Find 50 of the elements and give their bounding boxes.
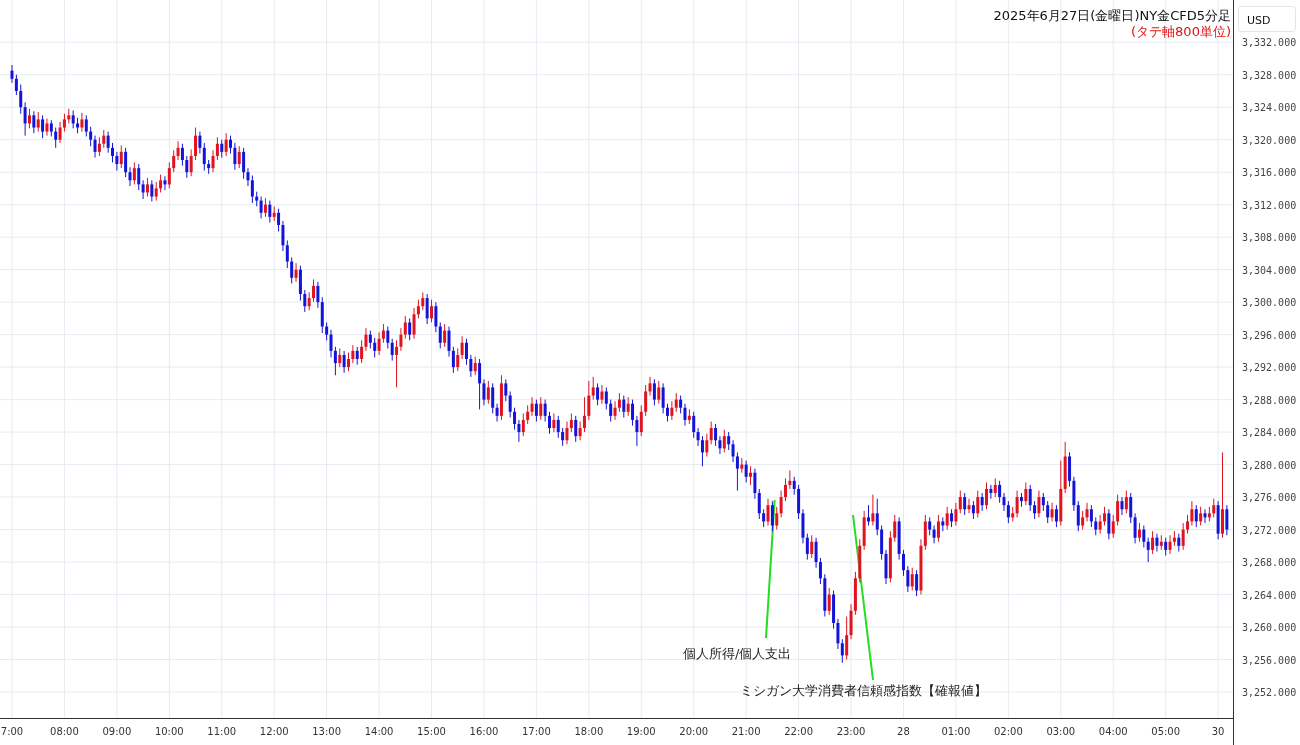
axis-label: 3,316.000: [1242, 167, 1297, 179]
axis-label: 10:00: [154, 726, 184, 737]
axis-label: 3,328.000: [1242, 69, 1297, 81]
chart-subtitle: (タテ軸800単位): [1131, 24, 1231, 39]
axis-label: 3,304.000: [1242, 264, 1297, 276]
axis-label: 3,276.000: [1242, 492, 1297, 504]
axis-label: 3,284.000: [1242, 427, 1297, 439]
axis-label: 30: [1211, 726, 1225, 737]
currency-button[interactable]: USD: [1238, 6, 1296, 32]
axis-label: 3,272.000: [1242, 524, 1297, 536]
axis-label: 20:00: [679, 726, 709, 737]
axis-label: 3,288.000: [1242, 394, 1297, 406]
axis-label: 3,264.000: [1242, 589, 1297, 601]
axis-label: 3,312.000: [1242, 199, 1297, 211]
axis-label: 3,320.000: [1242, 134, 1297, 146]
axis-label: 18:00: [574, 726, 604, 737]
axis-label: 7:00: [0, 726, 24, 737]
axis-label: 3,268.000: [1242, 557, 1297, 569]
axis-label: 03:00: [1046, 726, 1076, 737]
annotation-label: ミシガン大学消費者信頼感指数【確報値】: [740, 683, 987, 698]
axis-label: 3,308.000: [1242, 232, 1297, 244]
axis-label: 16:00: [469, 726, 499, 737]
axis-label: 3,292.000: [1242, 362, 1297, 374]
axis-label: 3,332.000: [1242, 37, 1297, 49]
annotation-label: 個人所得/個人支出: [683, 646, 792, 661]
axis-label: 04:00: [1098, 726, 1128, 737]
axis-label: 01:00: [941, 726, 971, 737]
axis-label: 21:00: [731, 726, 761, 737]
axis-label: 23:00: [836, 726, 866, 737]
axis-label: 3,252.000: [1242, 687, 1297, 698]
axis-label: 15:00: [417, 726, 446, 737]
chart-title: 2025年6月27日(金曜日)NY金CFD5分足: [993, 8, 1231, 23]
axis-label: 28: [897, 726, 910, 737]
axis-label: 3,324.000: [1242, 102, 1297, 114]
axis-label: 09:00: [102, 726, 132, 737]
axis-label: 13:00: [312, 726, 342, 737]
axis-label: 3,260.000: [1242, 622, 1297, 634]
axis-label: 02:00: [993, 726, 1023, 737]
axis-label: 3,296.000: [1242, 329, 1297, 341]
axis-label: 14:00: [364, 726, 394, 737]
axis-label: 19:00: [626, 726, 656, 737]
axis-label: 3,280.000: [1242, 459, 1297, 471]
axis-label: 3,300.000: [1242, 297, 1297, 309]
axis-label: 22:00: [784, 726, 813, 737]
axis-label: 05:00: [1151, 726, 1181, 737]
axis-label: 12:00: [259, 726, 289, 737]
axis-label: 11:00: [207, 726, 237, 737]
axis-label: 3,256.000: [1242, 654, 1297, 666]
axis-label: 08:00: [50, 726, 79, 737]
axis-label: 17:00: [522, 726, 551, 737]
